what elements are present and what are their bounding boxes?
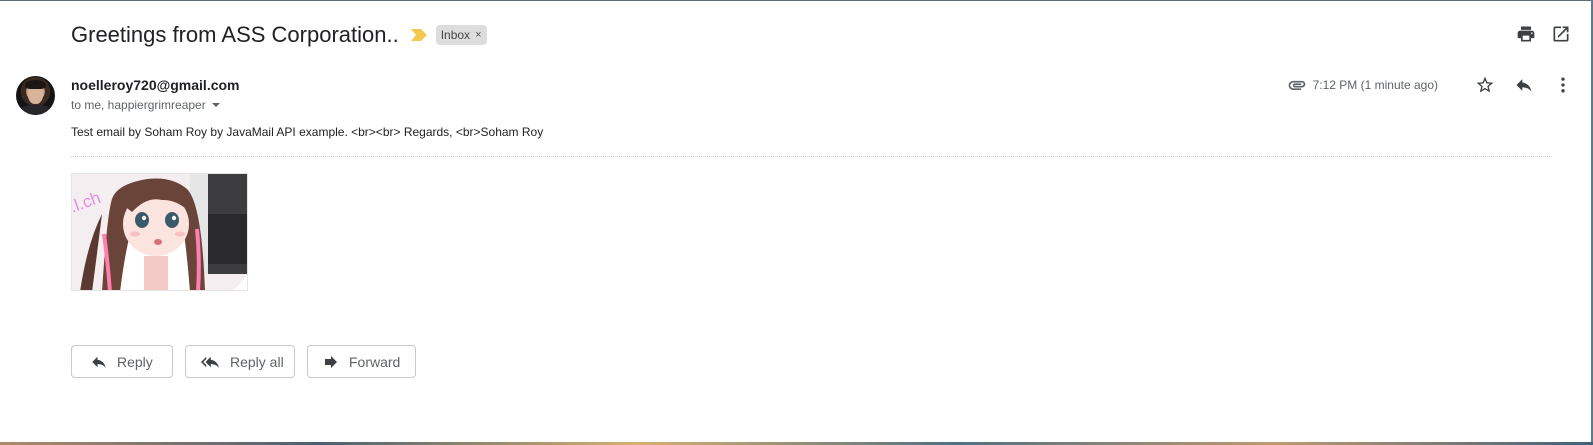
label-chip-text: Inbox — [440, 28, 471, 42]
reply-all-button-label: Reply all — [230, 353, 284, 370]
attachments-divider — [71, 156, 1552, 157]
thread-actions — [1516, 24, 1571, 44]
sender-email[interactable]: noelleroy720@gmail.com — [71, 77, 240, 93]
avatar-hair — [25, 80, 46, 89]
reply-all-icon — [199, 353, 221, 371]
printer-icon — [1517, 26, 1535, 42]
reply-icon — [90, 353, 108, 371]
importance-marker-icon[interactable] — [410, 29, 427, 41]
forward-button[interactable]: Forward — [307, 345, 416, 378]
subject-row: Greetings from ASS Corporation.. Inbox × — [71, 20, 487, 50]
message-actions: Reply Reply all Forward — [71, 345, 428, 378]
anime-girl-image: .l.ch — [72, 174, 247, 290]
open-in-new-window-button[interactable] — [1551, 24, 1571, 44]
email-body: Test email by Soham Roy by JavaMail API … — [71, 125, 544, 139]
reply-icon — [1516, 79, 1532, 92]
show-details-caret-icon[interactable] — [211, 103, 220, 107]
reply-icon-button[interactable] — [1512, 73, 1536, 97]
forward-icon — [322, 353, 340, 371]
inbox-label-chip: Inbox × — [435, 25, 487, 45]
window-top-border — [0, 0, 1593, 1]
remove-label-button[interactable]: × — [475, 29, 481, 41]
email-subject: Greetings from ASS Corporation.. — [71, 22, 399, 47]
forward-button-label: Forward — [349, 353, 401, 370]
recipients-line: to me, happiergrimreaper — [71, 98, 220, 112]
sender-avatar[interactable] — [16, 76, 55, 115]
reply-button-label: Reply — [117, 353, 153, 370]
avatar-shirt — [20, 105, 51, 115]
more-vertical-icon — [1561, 77, 1565, 93]
star-outline-icon — [1476, 76, 1494, 93]
star-button[interactable] — [1473, 73, 1497, 97]
print-all-button[interactable] — [1516, 24, 1536, 44]
paperclip-icon — [1288, 80, 1305, 90]
open-in-new-icon — [1553, 26, 1569, 42]
reply-all-button[interactable]: Reply all — [185, 345, 295, 378]
message-timestamp: 7:12 PM (1 minute ago) — [1312, 78, 1438, 92]
image-attachment-thumbnail[interactable]: .l.ch — [71, 173, 248, 291]
recipients-text: to me, happiergrimreaper — [71, 98, 206, 112]
reply-button[interactable]: Reply — [71, 345, 173, 378]
more-options-button[interactable] — [1551, 73, 1575, 97]
message-meta: 7:12 PM (1 minute ago) — [1287, 73, 1575, 97]
